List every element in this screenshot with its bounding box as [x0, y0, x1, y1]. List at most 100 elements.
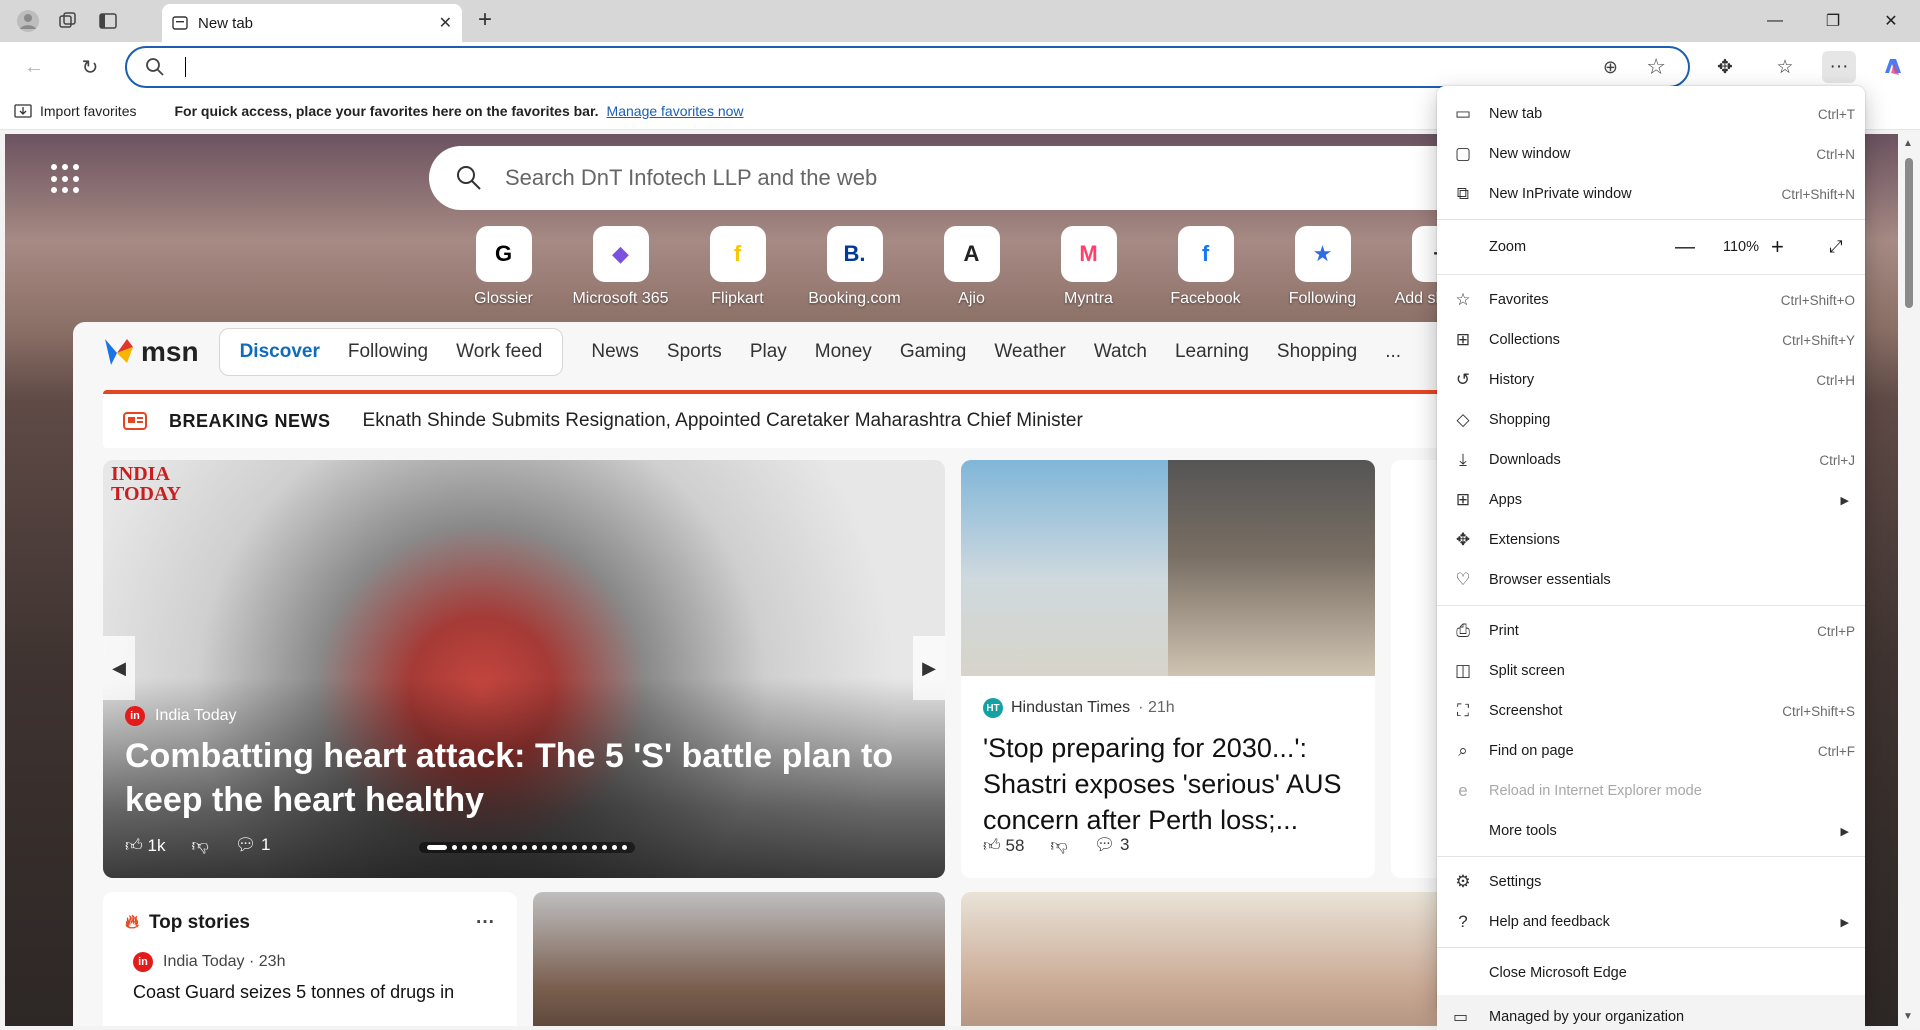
top-stories-card[interactable]: 🔥︎ Top stories ··· in India Today · 23h C… — [103, 892, 517, 1026]
inprivate-icon: ⧉ — [1456, 184, 1470, 203]
story-image-tile[interactable] — [533, 892, 945, 1026]
hero-headline[interactable]: Combatting heart attack: The 5 'S' battl… — [125, 734, 905, 822]
tab-actions-icon[interactable] — [88, 0, 128, 42]
menu-item-help-and-feedback[interactable]: ? Help and feedback ▶ — [1437, 902, 1865, 942]
menu-item-split-screen[interactable]: ◫ Split screen — [1437, 651, 1865, 691]
tab-discover[interactable]: Discover — [226, 341, 334, 363]
carousel-prev-button[interactable]: ◀ — [103, 636, 135, 700]
quick-link-label: Microsoft 365 — [572, 290, 669, 307]
tab-work-feed[interactable]: Work feed — [442, 341, 556, 363]
msn-logo[interactable]: msn — [103, 336, 199, 368]
address-bar[interactable]: ⊕ ☆ — [125, 46, 1690, 88]
tab-new-tab[interactable]: New tab ✕ — [162, 4, 462, 42]
story-headline[interactable]: 'Stop preparing for 2030...': Shastri ex… — [983, 730, 1353, 838]
menu-item-extensions[interactable]: ✥ Extensions — [1437, 520, 1865, 560]
more-tools-icon — [1453, 821, 1473, 841]
top-story-source: in India Today · 23h — [133, 952, 517, 972]
menu-item-close-edge[interactable]: Close Microsoft Edge — [1437, 953, 1865, 993]
top-story-headline[interactable]: Coast Guard seizes 5 tonnes of drugs in — [133, 982, 517, 1003]
settings-and-more-menu: ▭ New tab Ctrl+T ▢ New window Ctrl+N ⧉ New InPr… — [1437, 86, 1865, 1030]
menu-item-settings[interactable]: ⚙ Settings — [1437, 862, 1865, 902]
tab-learning[interactable]: Learning — [1161, 341, 1263, 363]
split-screen-icon: ◫ — [1454, 661, 1472, 680]
import-favorites-button[interactable]: Import favorites — [14, 103, 136, 119]
menu-item-favorites[interactable]: ☆ Favorites Ctrl+Shift+O — [1437, 280, 1865, 320]
menu-item-browser-essentials[interactable]: ♡ Browser essentials — [1437, 560, 1865, 600]
scroll-thumb[interactable] — [1905, 158, 1913, 308]
profile-icon[interactable] — [8, 0, 48, 42]
workspaces-icon[interactable] — [48, 0, 88, 42]
carousel-next-button[interactable]: ▶ — [913, 636, 945, 700]
quick-link-icon: ◆ — [592, 226, 649, 282]
quick-link-following[interactable]: ★ Following — [1264, 226, 1381, 308]
dislike-icon[interactable]: 👎︎ — [191, 835, 208, 856]
tab-gaming[interactable]: Gaming — [886, 341, 981, 363]
breaking-news-text[interactable]: Eknath Shinde Submits Resignation, Appoi… — [363, 410, 1083, 432]
more-categories-button[interactable]: ... — [1371, 341, 1415, 363]
tab-following[interactable]: Following — [334, 341, 442, 363]
zoom-out-button[interactable]: — — [1675, 236, 1695, 259]
comments-button[interactable]: 💬︎ 1 — [235, 835, 271, 856]
fullscreen-icon[interactable]: ⤢ — [1829, 237, 1843, 257]
extensions-icon[interactable]: ✥ — [1708, 51, 1742, 83]
menu-item-downloads[interactable]: ⤓ Downloads Ctrl+J — [1437, 440, 1865, 480]
menu-item-shopping[interactable]: ◇ Shopping — [1437, 400, 1865, 440]
back-button[interactable]: ← — [18, 51, 50, 83]
menu-item-apps[interactable]: ⊞ Apps ▶ — [1437, 480, 1865, 520]
close-tab-icon[interactable]: ✕ — [439, 13, 452, 33]
dislike-icon[interactable]: 👎︎ — [1050, 835, 1067, 856]
menu-item-more-tools[interactable]: More tools ▶ — [1437, 811, 1865, 851]
copilot-icon[interactable] — [1876, 51, 1910, 83]
tab-shopping[interactable]: Shopping — [1263, 341, 1371, 363]
add-favorite-icon[interactable]: ☆ — [1646, 54, 1666, 80]
web-search-input[interactable] — [505, 165, 1305, 191]
managed-by-org[interactable]: ▭ Managed by your organization — [1437, 995, 1865, 1030]
quick-link-label: Myntra — [1064, 290, 1113, 307]
scroll-up-icon[interactable]: ▲ — [1903, 138, 1913, 149]
story-card-cricket[interactable]: HT Hindustan Times · 21h 'Stop preparing… — [961, 460, 1375, 878]
menu-item-print[interactable]: ⎙ Print Ctrl+P — [1437, 611, 1865, 651]
refresh-button[interactable]: ↻ — [74, 51, 106, 83]
close-window-icon[interactable]: ✕ — [1862, 0, 1920, 42]
menu-item-find-on-page[interactable]: ⌕ Find on page Ctrl+F — [1437, 731, 1865, 771]
tab-money[interactable]: Money — [801, 341, 886, 363]
menu-item-history[interactable]: ↺ History Ctrl+H — [1437, 360, 1865, 400]
web-search-box[interactable] — [429, 146, 1489, 210]
tab-weather[interactable]: Weather — [980, 341, 1079, 363]
tab-play[interactable]: Play — [736, 341, 801, 363]
chevron-right-icon: ▶ — [1840, 916, 1849, 929]
minimize-icon[interactable]: ― — [1746, 0, 1804, 42]
quick-link-glossier[interactable]: G Glossier — [445, 226, 562, 308]
quick-link-ajio[interactable]: A Ajio — [913, 226, 1030, 308]
menu-item-new-window[interactable]: ▢ New window Ctrl+N — [1437, 134, 1865, 174]
settings-and-more-icon[interactable]: ··· — [1822, 51, 1856, 83]
apps-icon: ⊞ — [1455, 490, 1471, 509]
comments-button[interactable]: 💬︎ 3 — [1094, 835, 1130, 856]
like-button[interactable]: 👍︎ 58 — [983, 835, 1024, 856]
quick-link-myntra[interactable]: M Myntra — [1030, 226, 1147, 308]
more-options-icon[interactable]: ··· — [476, 912, 495, 934]
manage-favorites-link[interactable]: Manage favorites now — [607, 103, 744, 119]
tab-sports[interactable]: Sports — [653, 341, 736, 363]
app-launcher-icon[interactable] — [51, 164, 81, 194]
tab-watch[interactable]: Watch — [1080, 341, 1161, 363]
menu-item-collections[interactable]: ⊞ Collections Ctrl+Shift+Y — [1437, 320, 1865, 360]
restore-icon[interactable]: ❐ — [1804, 0, 1862, 42]
zoom-in-button[interactable]: + — [1771, 234, 1784, 260]
menu-item-new-inprivate-window[interactable]: ⧉ New InPrivate window Ctrl+Shift+N — [1437, 174, 1865, 214]
menu-item-label: More tools — [1489, 823, 1557, 839]
quick-link-facebook[interactable]: f Facebook — [1147, 226, 1264, 308]
quick-link-microsoft-365[interactable]: ◆ Microsoft 365 — [562, 226, 679, 308]
quick-link-flipkart[interactable]: f Flipkart — [679, 226, 796, 308]
hero-story-card[interactable]: INDIA TODAY ◀ ▶ in India Today Combatting … — [103, 460, 945, 878]
page-scrollbar[interactable]: ▲ ▼ — [1898, 134, 1920, 1026]
scroll-down-icon[interactable]: ▼ — [1903, 1011, 1913, 1022]
new-tab-button[interactable]: + — [478, 6, 492, 34]
tab-news[interactable]: News — [577, 341, 653, 363]
menu-item-screenshot[interactable]: ⛶ Screenshot Ctrl+Shift+S — [1437, 691, 1865, 731]
zoom-indicator-icon[interactable]: ⊕ — [1603, 57, 1618, 78]
menu-item-new-tab[interactable]: ▭ New tab Ctrl+T — [1437, 94, 1865, 134]
quick-link-booking-com[interactable]: B. Booking.com — [796, 226, 913, 308]
like-button[interactable]: 👍︎ 1k — [125, 835, 165, 856]
favorites-icon[interactable]: ☆ — [1768, 51, 1802, 83]
